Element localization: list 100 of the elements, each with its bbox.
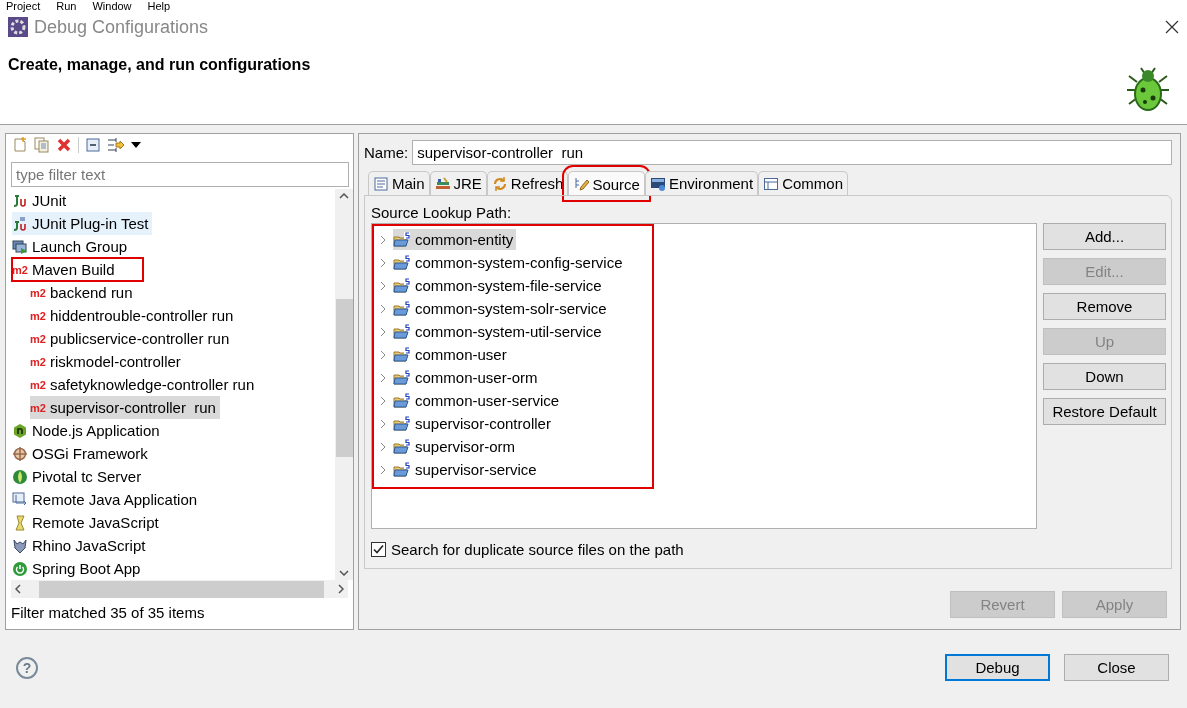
source-entry[interactable]: common-system-solr-service: [393, 298, 610, 319]
side-button[interactable]: Remove: [1043, 293, 1166, 320]
collapsed-chevron-icon[interactable]: [379, 418, 387, 429]
source-lookup-label: Source Lookup Path:: [371, 204, 513, 221]
tree-pencil-icon: [573, 176, 590, 192]
tree-item[interactable]: Node.js Application: [12, 419, 164, 442]
name-label: Name:: [364, 144, 409, 161]
menu-item[interactable]: Run: [56, 0, 77, 12]
horned-head-icon: [12, 537, 28, 554]
source-folder-icon: [393, 277, 411, 294]
source-entry[interactable]: supervisor-orm: [393, 436, 519, 457]
tab[interactable]: Refresh: [486, 171, 569, 195]
leaf-circle-icon: [12, 468, 28, 485]
duplicate-icon[interactable]: [34, 137, 50, 153]
window-title: Debug Configurations: [34, 16, 210, 38]
source-folder-icon: [393, 415, 411, 432]
tree-item[interactable]: m2 supervisor-controller run: [30, 396, 220, 419]
source-folder-icon: [393, 438, 411, 455]
tab[interactable]: Common: [758, 171, 848, 195]
source-folder-icon: [393, 461, 411, 478]
collapsed-chevron-icon[interactable]: [379, 395, 387, 406]
scroll-icon: [12, 514, 28, 531]
menu-item[interactable]: Help: [147, 0, 171, 12]
hexagon-icon: [12, 422, 28, 439]
dialog-button[interactable]: Debug: [945, 654, 1050, 681]
collapsed-chevron-icon[interactable]: [379, 349, 387, 360]
dropdown-caret-icon[interactable]: [131, 142, 141, 148]
source-folder-icon: [393, 369, 411, 386]
tree-item[interactable]: m2 hiddentrouble-controller run: [30, 304, 238, 327]
document-icon: [373, 175, 389, 192]
monitor-icon: [649, 175, 666, 192]
delete-icon[interactable]: [56, 137, 72, 153]
tree-item[interactable]: OSGi Framework: [12, 442, 152, 465]
tree-item[interactable]: m2 Maven Build: [12, 258, 143, 281]
scroll-right-icon[interactable]: [338, 584, 344, 594]
source-entry[interactable]: common-system-util-service: [393, 321, 605, 342]
name-field[interactable]: supervisor-controller run: [412, 140, 1172, 165]
collapsed-chevron-icon[interactable]: [379, 464, 387, 475]
new-document-icon[interactable]: [12, 137, 28, 153]
source-entry[interactable]: supervisor-controller: [393, 413, 554, 434]
type-badge-icon: m2: [30, 309, 46, 322]
tree-item[interactable]: JUnit Plug-in Test: [12, 212, 153, 235]
horizontal-scrollbar[interactable]: [11, 580, 348, 598]
checkbox[interactable]: [371, 542, 386, 557]
source-entry[interactable]: common-entity: [393, 229, 517, 250]
refresh-arrows-icon: [491, 175, 508, 192]
filter-icon[interactable]: [107, 137, 125, 153]
scroll-up-icon[interactable]: [339, 193, 349, 199]
source-folder-icon: [393, 254, 411, 271]
tree-item[interactable]: m2 publicservice-controller run: [30, 327, 234, 350]
scroll-left-icon[interactable]: [15, 584, 21, 594]
menu-item[interactable]: Window: [92, 0, 132, 12]
collapsed-chevron-icon[interactable]: [379, 326, 387, 337]
source-entry[interactable]: common-user-service: [393, 390, 563, 411]
plug-test-icon: [12, 215, 28, 232]
side-button[interactable]: Add...: [1043, 223, 1166, 250]
crosshair-circle-icon: [12, 445, 28, 462]
source-entry[interactable]: common-user: [393, 344, 510, 365]
tree-item[interactable]: Pivotal tc Server: [12, 465, 146, 488]
side-button[interactable]: Restore Default: [1043, 398, 1166, 425]
vertical-scrollbar[interactable]: [335, 189, 353, 580]
close-icon[interactable]: [1165, 20, 1179, 34]
tree-item[interactable]: Remote JavaScript: [12, 511, 163, 534]
collapsed-chevron-icon[interactable]: [379, 303, 387, 314]
tree-item[interactable]: Spring Boot App: [12, 557, 145, 580]
collapse-all-icon[interactable]: [85, 137, 101, 153]
tab[interactable]: JRE: [429, 171, 487, 195]
tab[interactable]: Main: [368, 171, 430, 195]
collapsed-chevron-icon[interactable]: [379, 257, 387, 268]
tree-item[interactable]: m2 backend run: [30, 281, 137, 304]
collapsed-chevron-icon[interactable]: [379, 234, 387, 245]
type-badge-icon: m2: [30, 378, 46, 391]
tab[interactable]: Environment: [644, 171, 759, 195]
scrollbar-thumb[interactable]: [39, 580, 324, 598]
source-entry[interactable]: common-system-file-service: [393, 275, 605, 296]
source-folder-icon: [393, 323, 411, 340]
scrollbar-thumb[interactable]: [335, 299, 353, 457]
collapsed-chevron-icon[interactable]: [379, 372, 387, 383]
source-entry[interactable]: common-system-config-service: [393, 252, 626, 273]
dialog-button[interactable]: Close: [1064, 654, 1169, 681]
tree-item[interactable]: Rhino JavaScript: [12, 534, 150, 557]
help-button[interactable]: ?: [16, 656, 38, 679]
windows-stack-icon: [12, 238, 28, 255]
collapsed-chevron-icon[interactable]: [379, 441, 387, 452]
scroll-down-icon[interactable]: [339, 570, 349, 576]
tree-item[interactable]: JUnit: [12, 189, 71, 212]
source-entry[interactable]: common-user-orm: [393, 367, 541, 388]
collapsed-chevron-icon[interactable]: [379, 280, 387, 291]
type-badge-icon: m2: [30, 286, 46, 299]
source-entry[interactable]: supervisor-service: [393, 459, 540, 480]
type-badge-icon: m2: [30, 355, 46, 368]
tree-item[interactable]: m2 safetyknowledge-controller run: [30, 373, 259, 396]
menu-item[interactable]: Project: [6, 0, 41, 12]
filter-field[interactable]: type filter text: [11, 162, 349, 187]
monitor-arrow-icon: [12, 491, 28, 508]
tree-item[interactable]: Launch Group: [12, 235, 132, 258]
tree-item[interactable]: Remote Java Application: [12, 488, 202, 511]
table-icon: [763, 175, 780, 192]
side-button[interactable]: Down: [1043, 363, 1166, 390]
tree-item[interactable]: m2 riskmodel-controller: [30, 350, 185, 373]
